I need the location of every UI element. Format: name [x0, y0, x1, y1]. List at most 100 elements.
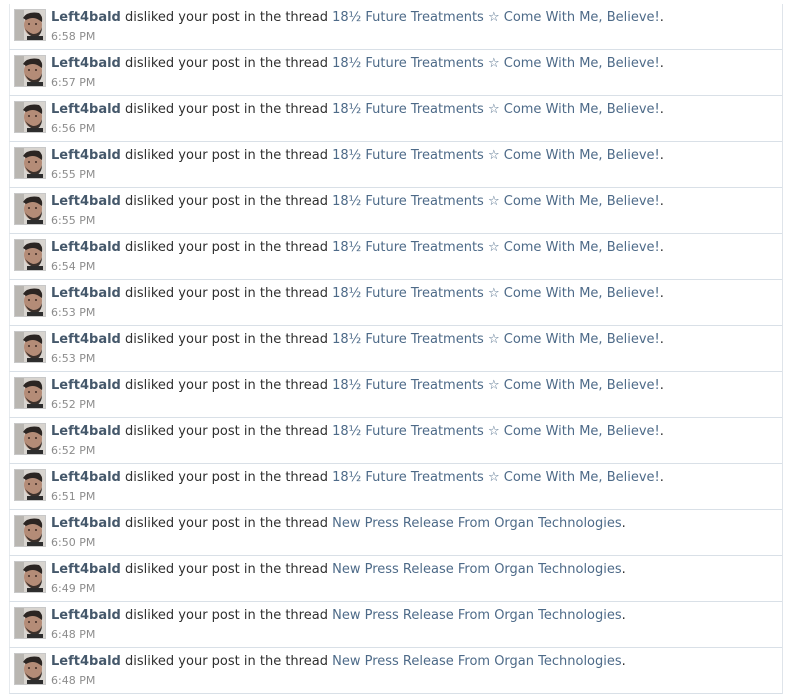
username-link[interactable]: Left4bald — [51, 102, 121, 117]
username-link[interactable]: Left4bald — [51, 608, 121, 623]
alert-period: . — [659, 332, 664, 347]
thread-link[interactable]: New Press Release From Organ Technologie… — [332, 516, 622, 531]
alert-item: Left4bald disliked your post in the thre… — [9, 280, 782, 326]
username-link[interactable]: Left4bald — [51, 194, 121, 209]
user-avatar[interactable] — [14, 239, 46, 271]
alert-timestamp: 6:54 PM — [51, 260, 96, 273]
alert-item: Left4bald disliked your post in the thre… — [9, 556, 782, 602]
alert-timestamp: 6:55 PM — [51, 168, 96, 181]
alert-timestamp: 6:57 PM — [51, 76, 96, 89]
user-avatar[interactable] — [14, 285, 46, 317]
username-link[interactable]: Left4bald — [51, 286, 121, 301]
username-link[interactable]: Left4bald — [51, 516, 121, 531]
user-avatar[interactable] — [14, 331, 46, 363]
alert-text: Left4bald disliked your post in the thre… — [51, 424, 664, 440]
alert-period: . — [659, 194, 664, 209]
alert-item: Left4bald disliked your post in the thre… — [9, 510, 782, 556]
alert-item: Left4bald disliked your post in the thre… — [9, 4, 782, 50]
username-link[interactable]: Left4bald — [51, 240, 121, 255]
avatar-photo-icon — [15, 102, 45, 132]
alert-text: Left4bald disliked your post in the thre… — [51, 608, 626, 624]
user-avatar[interactable] — [14, 193, 46, 225]
alert-period: . — [659, 148, 664, 163]
avatar-photo-icon — [15, 424, 45, 454]
thread-link[interactable]: 18½ Future Treatments ☆ Come With Me, Be… — [332, 148, 660, 163]
thread-link[interactable]: 18½ Future Treatments ☆ Come With Me, Be… — [332, 378, 660, 393]
avatar-photo-icon — [15, 654, 45, 684]
thread-link[interactable]: 18½ Future Treatments ☆ Come With Me, Be… — [332, 286, 660, 301]
avatar-photo-icon — [15, 240, 45, 270]
alert-item: Left4bald disliked your post in the thre… — [9, 50, 782, 96]
avatar-photo-icon — [15, 562, 45, 592]
alert-action-text: disliked your post in the thread — [125, 56, 328, 71]
alert-text: Left4bald disliked your post in the thre… — [51, 56, 664, 72]
user-avatar[interactable] — [14, 9, 46, 41]
alert-item: Left4bald disliked your post in the thre… — [9, 96, 782, 142]
alert-action-text: disliked your post in the thread — [125, 240, 328, 255]
alert-period: . — [659, 424, 664, 439]
alert-text: Left4bald disliked your post in the thre… — [51, 148, 664, 164]
user-avatar[interactable] — [14, 101, 46, 133]
thread-link[interactable]: New Press Release From Organ Technologie… — [332, 654, 622, 669]
alert-action-text: disliked your post in the thread — [125, 654, 328, 669]
user-avatar[interactable] — [14, 607, 46, 639]
username-link[interactable]: Left4bald — [51, 562, 121, 577]
alert-timestamp: 6:48 PM — [51, 628, 96, 641]
username-link[interactable]: Left4bald — [51, 378, 121, 393]
thread-link[interactable]: 18½ Future Treatments ☆ Come With Me, Be… — [332, 102, 660, 117]
user-avatar[interactable] — [14, 377, 46, 409]
thread-link[interactable]: 18½ Future Treatments ☆ Come With Me, Be… — [332, 194, 660, 209]
user-avatar[interactable] — [14, 423, 46, 455]
user-avatar[interactable] — [14, 561, 46, 593]
alert-text: Left4bald disliked your post in the thre… — [51, 654, 626, 670]
username-link[interactable]: Left4bald — [51, 424, 121, 439]
avatar-photo-icon — [15, 148, 45, 178]
user-avatar[interactable] — [14, 653, 46, 685]
alert-action-text: disliked your post in the thread — [125, 332, 328, 347]
username-link[interactable]: Left4bald — [51, 654, 121, 669]
alert-period: . — [621, 654, 626, 669]
alert-timestamp: 6:51 PM — [51, 490, 96, 503]
thread-link[interactable]: 18½ Future Treatments ☆ Come With Me, Be… — [332, 470, 660, 485]
thread-link[interactable]: 18½ Future Treatments ☆ Come With Me, Be… — [332, 424, 660, 439]
username-link[interactable]: Left4bald — [51, 10, 121, 25]
alert-timestamp: 6:53 PM — [51, 352, 96, 365]
alert-action-text: disliked your post in the thread — [125, 148, 328, 163]
user-avatar[interactable] — [14, 469, 46, 501]
avatar-photo-icon — [15, 378, 45, 408]
alert-action-text: disliked your post in the thread — [125, 378, 328, 393]
alert-text: Left4bald disliked your post in the thre… — [51, 10, 664, 26]
alert-text: Left4bald disliked your post in the thre… — [51, 194, 664, 210]
avatar-photo-icon — [15, 286, 45, 316]
user-avatar[interactable] — [14, 55, 46, 87]
thread-link[interactable]: 18½ Future Treatments ☆ Come With Me, Be… — [332, 56, 660, 71]
avatar-photo-icon — [15, 608, 45, 638]
alert-action-text: disliked your post in the thread — [125, 286, 328, 301]
alert-text: Left4bald disliked your post in the thre… — [51, 240, 664, 256]
alert-item: Left4bald disliked your post in the thre… — [9, 326, 782, 372]
user-avatar[interactable] — [14, 515, 46, 547]
alert-text: Left4bald disliked your post in the thre… — [51, 516, 626, 532]
avatar-photo-icon — [15, 332, 45, 362]
alert-period: . — [621, 516, 626, 531]
username-link[interactable]: Left4bald — [51, 470, 121, 485]
avatar-photo-icon — [15, 10, 45, 40]
alert-text: Left4bald disliked your post in the thre… — [51, 286, 664, 302]
user-avatar[interactable] — [14, 147, 46, 179]
avatar-photo-icon — [15, 470, 45, 500]
thread-link[interactable]: 18½ Future Treatments ☆ Come With Me, Be… — [332, 332, 660, 347]
username-link[interactable]: Left4bald — [51, 148, 121, 163]
username-link[interactable]: Left4bald — [51, 56, 121, 71]
alert-timestamp: 6:50 PM — [51, 536, 96, 549]
thread-link[interactable]: 18½ Future Treatments ☆ Come With Me, Be… — [332, 10, 660, 25]
username-link[interactable]: Left4bald — [51, 332, 121, 347]
alert-timestamp: 6:52 PM — [51, 444, 96, 457]
thread-link[interactable]: New Press Release From Organ Technologie… — [332, 562, 622, 577]
thread-link[interactable]: 18½ Future Treatments ☆ Come With Me, Be… — [332, 240, 660, 255]
alert-text: Left4bald disliked your post in the thre… — [51, 102, 664, 118]
alert-text: Left4bald disliked your post in the thre… — [51, 378, 664, 394]
thread-link[interactable]: New Press Release From Organ Technologie… — [332, 608, 622, 623]
alert-action-text: disliked your post in the thread — [125, 102, 328, 117]
alert-period: . — [659, 240, 664, 255]
alert-action-text: disliked your post in the thread — [125, 470, 328, 485]
